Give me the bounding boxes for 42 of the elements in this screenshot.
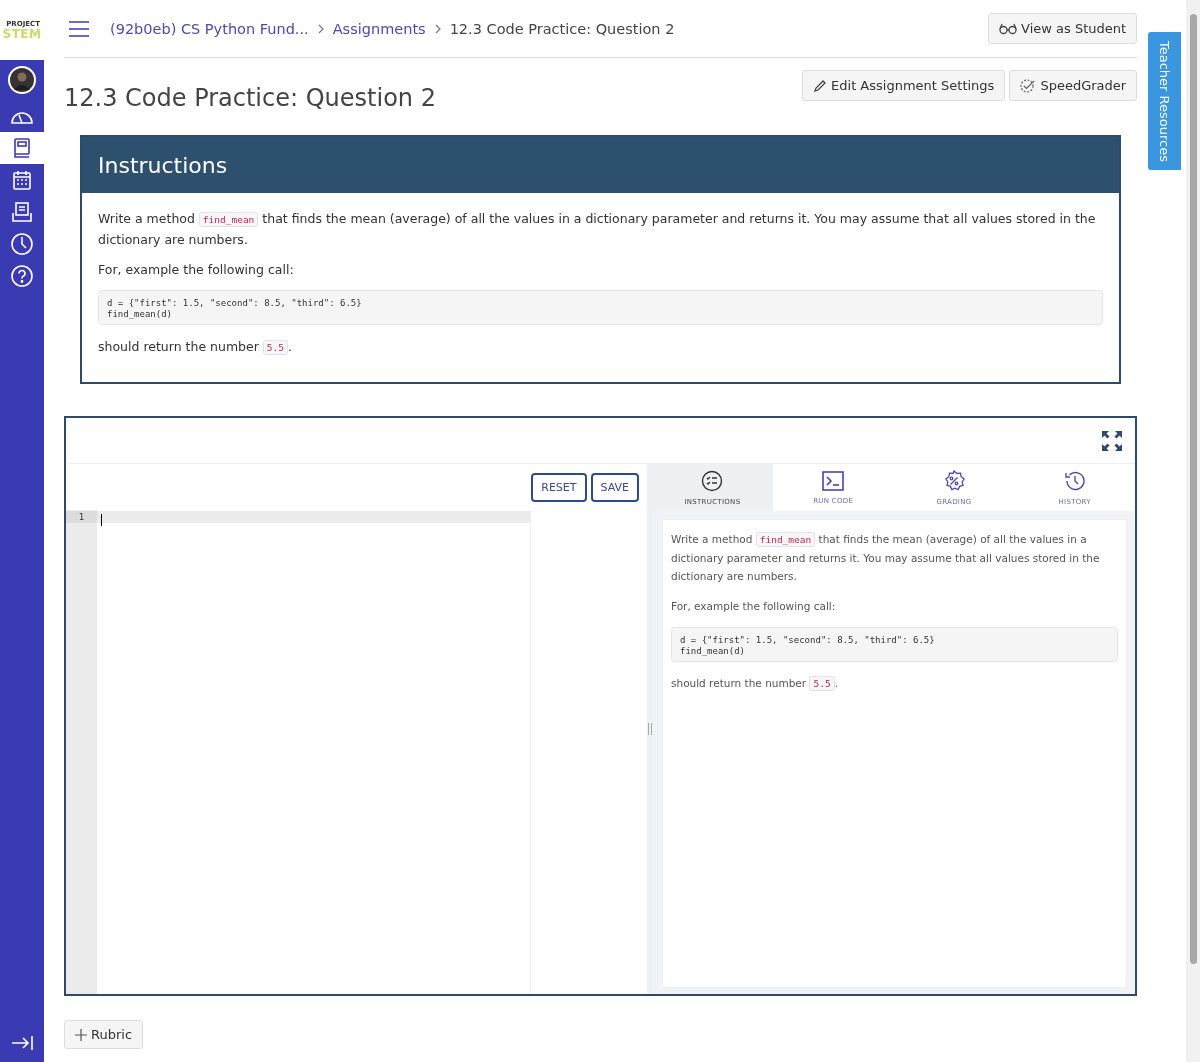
history-icon (1063, 469, 1086, 492)
speedgrader-button[interactable]: SpeedGrader (1009, 70, 1138, 101)
instruction-text: Write a method find_mean that finds the mean (average) of all the values in a dictionary parameter and returns it. You may assume that all values stored in the dictionary are numbers. (98, 210, 1097, 249)
page-title: 12.3 Code Practice: Question 2 (64, 84, 436, 112)
breadcrumb-current: 12.3 Code Practice: Question 2 (449, 20, 675, 37)
fullscreen-icon[interactable] (1101, 429, 1124, 452)
book-icon (12, 137, 32, 159)
expand-sidebar-icon[interactable] (10, 1034, 34, 1052)
resize-handle[interactable] (647, 464, 652, 994)
glasses-icon (999, 22, 1018, 35)
chevron-icon (316, 23, 325, 34)
check-badge-icon (1020, 78, 1037, 93)
calendar-icon (12, 169, 32, 191)
code-example: d = {"first": 1.5, "second": 8.5, "third": 6.5} find_mean(d) (671, 627, 1119, 662)
avatar-icon (8, 66, 36, 94)
code-example: d = {"first": 1.5, "second": 8.5, "third": 6.5} find_mean(d) (98, 290, 1104, 325)
instructions-heading: Instructions (98, 152, 228, 178)
result-text: should return the number 5.5 . (671, 675, 839, 693)
inbox-icon (11, 201, 33, 223)
add-rubric-button[interactable]: Rubric (64, 1020, 144, 1049)
nav-item[interactable] (0, 132, 44, 164)
terminal-icon (822, 470, 845, 491)
edit-settings-button[interactable]: Edit Assignment Settings (802, 70, 1006, 101)
reset-button[interactable]: RESET (531, 472, 587, 502)
save-button[interactable]: SAVE (590, 472, 639, 502)
clock-icon (10, 232, 34, 256)
breadcrumb-link[interactable]: (92b0eb) CS Python Fund... (110, 20, 309, 37)
result-text: should return the number 5.5 . (98, 338, 293, 357)
pencil-icon (813, 78, 828, 93)
scrollbar[interactable] (1186, 0, 1200, 1062)
percent-badge-icon (942, 469, 965, 492)
view-as-student-button[interactable]: View as Student (988, 13, 1138, 44)
example-text: For, example the following call: (671, 599, 837, 614)
checklist-icon (701, 469, 724, 492)
help-icon (10, 264, 34, 288)
chevron-icon (433, 23, 442, 34)
plus-icon (75, 1028, 87, 1041)
menu-icon[interactable] (68, 20, 90, 37)
instruction-text: Write a method find_mean that finds the mean (average) of all the values in a dictionary parameter and returns it. You may assume that all values stored in the dictionary are numbers. (671, 531, 1101, 584)
example-text: For, example the following call: (98, 261, 295, 279)
line-number: 1 (66, 511, 97, 523)
breadcrumb-link[interactable]: Assignments (332, 20, 426, 37)
